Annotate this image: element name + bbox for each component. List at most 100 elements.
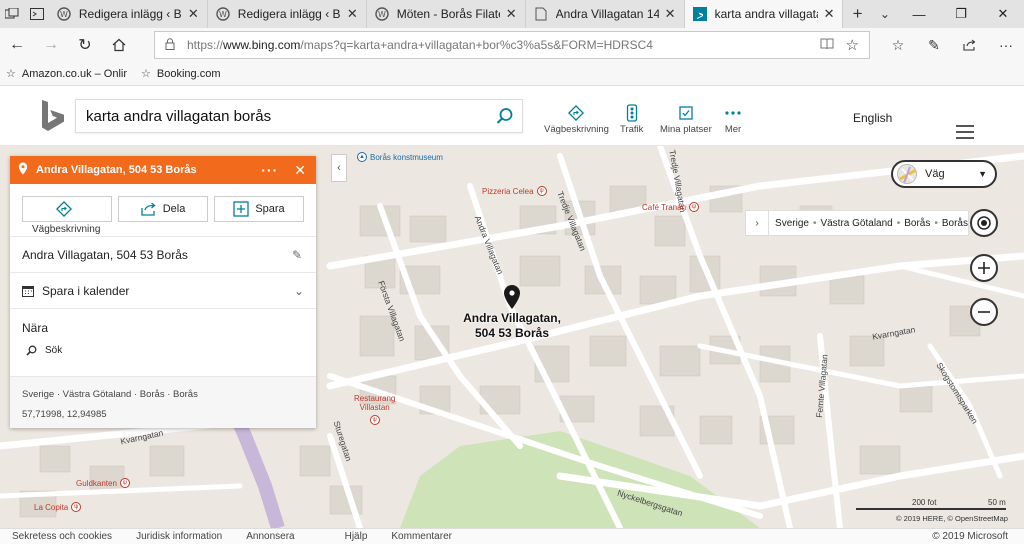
forward-icon[interactable]: → (34, 28, 68, 62)
breadcrumb-municipality[interactable]: Borås (904, 218, 930, 229)
zoom-in-button[interactable] (970, 254, 998, 282)
calendar-icon (22, 285, 34, 297)
footer-link-help[interactable]: Hjälp (345, 531, 368, 542)
location-pin-icon[interactable] (502, 284, 522, 310)
home-icon[interactable] (102, 28, 136, 62)
poi-museum[interactable]: ▲ Borås konstmuseum (354, 152, 443, 162)
breadcrumb-region[interactable]: Västra Götaland (820, 218, 892, 229)
close-tab-icon[interactable]: ✕ (506, 6, 517, 22)
card-breadcrumb: Sverige · Västra Götaland · Borås · Borå… (22, 389, 198, 400)
bing-icon (692, 7, 707, 21)
footer-copyright: © 2019 Microsoft (932, 531, 1008, 542)
nav-more[interactable]: Mer (724, 104, 742, 135)
lock-icon (165, 37, 177, 53)
footer-link-privacy[interactable]: Sekretess och cookies (12, 531, 112, 542)
hamburger-menu-icon[interactable] (956, 125, 974, 143)
map-style-dropdown[interactable]: Väg ▼ (891, 160, 997, 188)
close-tab-icon[interactable]: ✕ (347, 6, 358, 22)
set-tabs-aside-icon[interactable] (24, 0, 48, 28)
map-canvas[interactable]: Andra Villagatan Första Villagatan Tredj… (0, 146, 1024, 528)
minimize-icon[interactable]: — (898, 0, 940, 28)
share-icon (141, 202, 157, 216)
poi-cafe[interactable]: Café Tranan ψ (642, 202, 702, 212)
restaurant-icon: ψ (689, 202, 700, 212)
browser-tab-active[interactable]: karta andra villagatan ✕ (684, 0, 844, 28)
restore-icon[interactable]: ❐ (940, 0, 982, 28)
breadcrumb-chevron-icon[interactable]: › (746, 211, 770, 235)
card-actions: Dela Spara Vägbeskrivning (10, 184, 316, 236)
share-icon[interactable] (952, 28, 988, 62)
pin-label: Andra Villagatan, 504 53 Borås (463, 311, 561, 340)
browser-tab[interactable]: W Redigera inlägg ‹ Borås Fil ✕ (49, 0, 208, 28)
tab-bar: W Redigera inlägg ‹ Borås Fil ✕ W Redige… (0, 0, 1024, 28)
tab-title: karta andra villagatan (714, 7, 818, 21)
breadcrumb-country[interactable]: Sverige (775, 218, 809, 229)
poi-restaurang-villastan[interactable]: Restaurang Villastan ψ (354, 394, 395, 425)
favorite-amazon[interactable]: ☆ Amazon.co.uk – Onlir (6, 67, 127, 81)
tab-title: Redigera inlägg ‹ Borås Fil (237, 7, 341, 21)
navigation-bar: ← → ↻ https://www.bing.com/maps?q=karta+… (0, 28, 1024, 62)
url-path: /maps?q=karta+andra+villagatan+bor%c3%a5… (300, 38, 653, 52)
browser-tab[interactable]: Andra Villagatan 14 – Goc ✕ (526, 0, 685, 28)
more-icon (724, 104, 742, 122)
more-options-icon[interactable]: ··· (261, 162, 278, 178)
wordpress-icon: W (57, 7, 71, 21)
tab-title: Möten - Borås Filatelistför (396, 7, 500, 21)
saved-places-icon (678, 104, 694, 122)
edit-pencil-icon[interactable]: ✎ (292, 248, 302, 262)
plus-icon (978, 262, 990, 274)
close-tab-icon[interactable]: ✕ (665, 6, 676, 22)
footer-link-advertise[interactable]: Annonsera (246, 531, 294, 542)
favorites-list-icon[interactable]: ☆ (880, 28, 916, 62)
close-window-icon[interactable]: ✕ (982, 0, 1024, 28)
close-tab-icon[interactable]: ✕ (824, 6, 835, 22)
refresh-icon[interactable]: ↻ (68, 28, 102, 62)
zoom-out-button[interactable] (970, 298, 998, 326)
close-tab-icon[interactable]: ✕ (188, 6, 199, 22)
tab-title: Andra Villagatan 14 – Goc (555, 7, 659, 21)
breadcrumb-city[interactable]: Borås (942, 218, 968, 229)
nav-traffic[interactable]: Trafik (620, 104, 643, 135)
nav-my-places[interactable]: Mina platser (660, 104, 712, 135)
wordpress-icon: W (216, 7, 230, 21)
pen-icon[interactable]: ✎ (916, 28, 952, 62)
nearby-search-link[interactable]: Sök (26, 345, 304, 356)
new-tab-button[interactable]: + (843, 0, 871, 28)
tab-preview-icon[interactable] (0, 0, 24, 28)
poi-pizzeria[interactable]: Pizzeria Celea ψ (482, 186, 550, 196)
restaurant-icon: ψ (119, 478, 130, 488)
search-icon[interactable] (496, 107, 514, 125)
nearby-section: Nära Sök (10, 308, 316, 376)
close-icon[interactable]: ✕ (294, 162, 306, 179)
favorite-booking[interactable]: ☆ Booking.com (141, 67, 220, 81)
save-calendar-row[interactable]: Spara i kalender ⌄ (10, 272, 316, 308)
bing-header: karta andra villagatan borås Vägbeskrivn… (0, 86, 1024, 146)
browser-tab[interactable]: W Möten - Borås Filatelistför ✕ (367, 0, 526, 28)
star-icon: ☆ (6, 68, 16, 80)
footer-link-feedback[interactable]: Kommentarer (391, 531, 452, 542)
chevron-down-icon[interactable]: ⌄ (294, 284, 304, 298)
poi-guldkanten[interactable]: Guldkanten ψ (76, 478, 133, 488)
footer-link-legal[interactable]: Juridisk information (136, 531, 222, 542)
card-title: Andra Villagatan, 504 53 Borås (36, 164, 197, 176)
share-button[interactable]: Dela (118, 196, 208, 222)
add-save-icon (233, 201, 249, 217)
language-link[interactable]: English (853, 111, 892, 125)
favorite-star-icon[interactable]: ☆ (846, 36, 859, 54)
collapse-panel-chevron-icon[interactable]: ‹ (331, 154, 347, 182)
tab-list-chevron-icon[interactable]: ⌄ (872, 0, 898, 28)
search-input[interactable]: karta andra villagatan borås (75, 99, 523, 133)
save-button[interactable]: Spara (214, 196, 304, 222)
bing-logo-icon[interactable] (40, 100, 66, 134)
reading-view-icon[interactable] (820, 38, 834, 53)
back-icon[interactable]: ← (0, 28, 34, 62)
address-bar[interactable]: https://www.bing.com/maps?q=karta+andra+… (154, 31, 870, 59)
poi-lacopita[interactable]: La Copita ψ (34, 502, 84, 512)
traffic-icon (626, 104, 638, 122)
nav-directions[interactable]: Vägbeskrivning (544, 104, 609, 135)
svg-text:W: W (378, 10, 386, 19)
browser-tab[interactable]: W Redigera inlägg ‹ Borås Fil ✕ (208, 0, 367, 28)
settings-more-icon[interactable]: ··· (988, 28, 1024, 62)
directions-button[interactable] (22, 196, 112, 222)
locate-me-button[interactable] (970, 209, 998, 237)
